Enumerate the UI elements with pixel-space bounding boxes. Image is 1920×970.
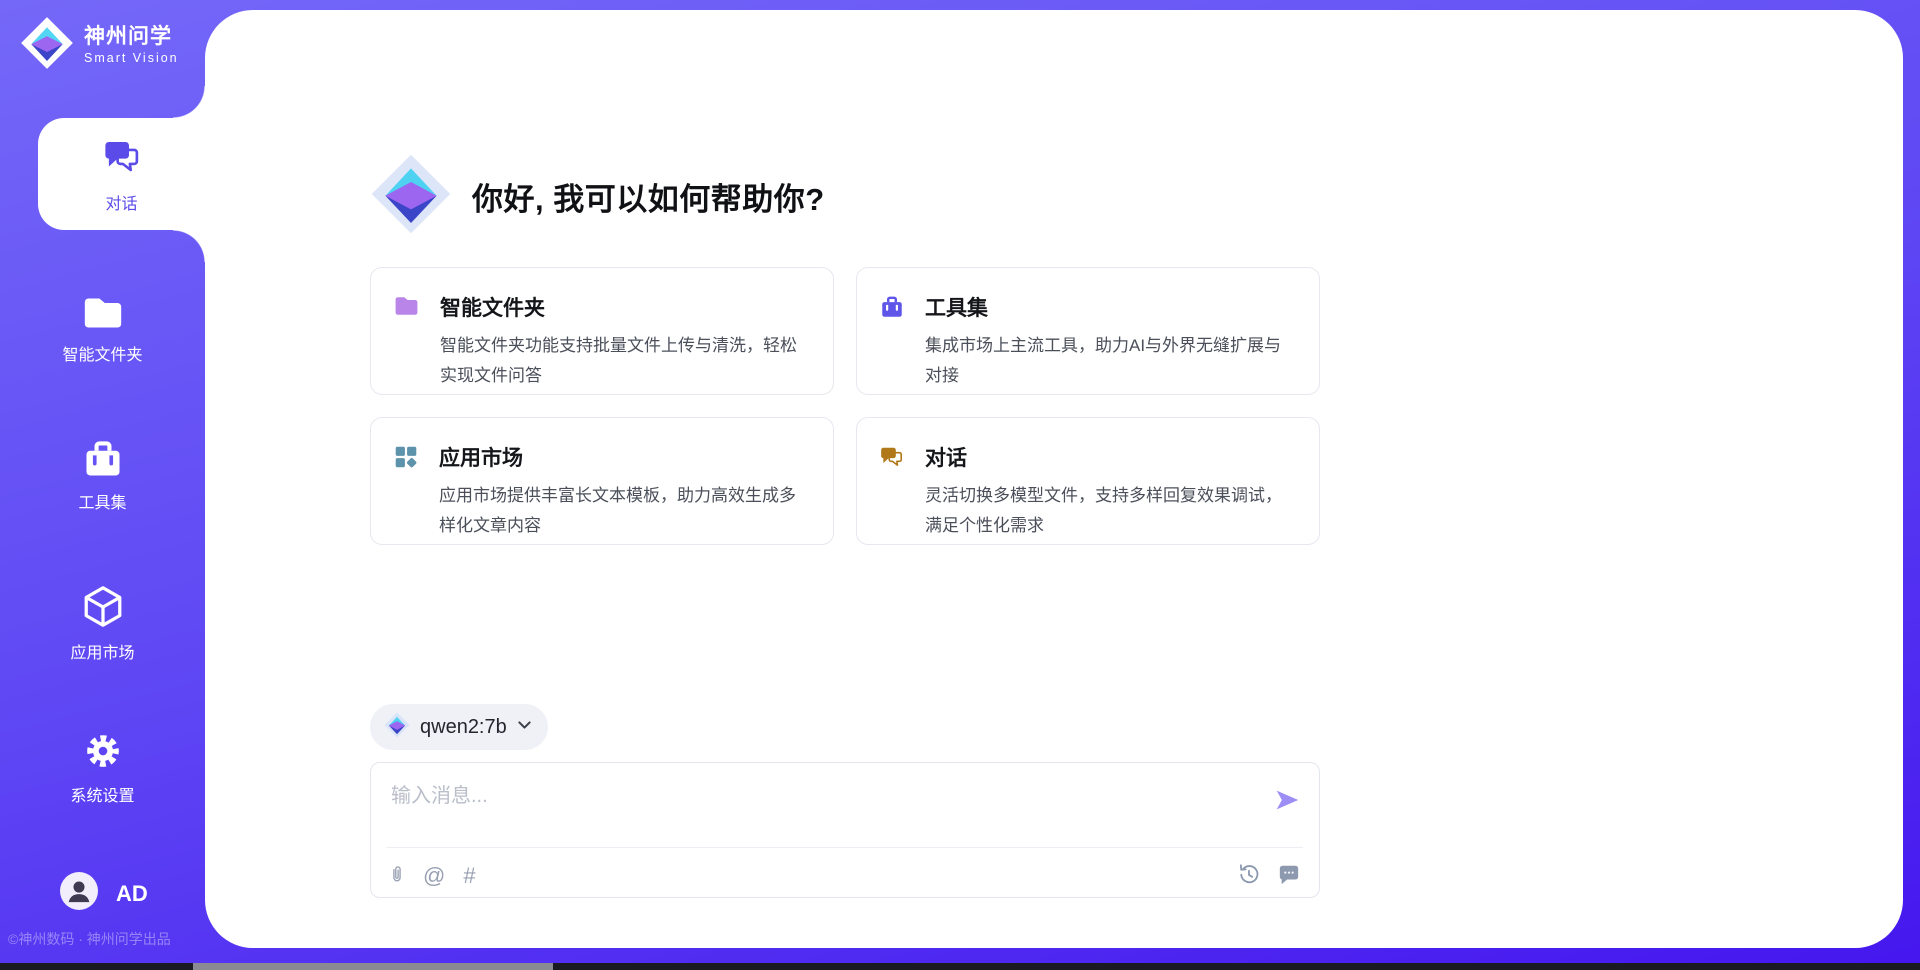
avatar-person-icon <box>60 872 98 915</box>
app-window: 神州问学 Smart Vision 对话 <box>0 0 1920 970</box>
sidebar: 神州问学 Smart Vision 对话 <box>0 0 205 970</box>
sidebar-item-app-market[interactable]: 应用市场 <box>0 583 205 663</box>
composer-toolbar: @ # <box>389 861 1301 890</box>
card-title: 应用市场 <box>439 442 809 472</box>
tab-fillet-bottom <box>173 230 205 262</box>
apps-grid-icon <box>393 442 419 524</box>
cube-icon <box>80 583 126 631</box>
user-profile[interactable]: AD <box>60 872 148 915</box>
card-description: 灵活切换多模型文件，支持多样回复效果调试，满足个性化需求 <box>925 481 1295 541</box>
user-name: AD <box>116 881 148 907</box>
history-icon <box>1237 862 1261 889</box>
sidebar-item-settings[interactable]: 系统设置 <box>0 728 205 806</box>
chat-bubbles-icon <box>879 442 905 524</box>
sidebar-item-label: 应用市场 <box>70 639 134 663</box>
model-name: qwen2:7b <box>420 716 507 739</box>
card-description: 智能文件夹功能支持批量文件上传与清洗，轻松实现文件问答 <box>440 331 809 391</box>
main-content: 你好, 我可以如何帮助你? 智能文件夹 智能文件夹功能支持批量文件上传与清洗，轻… <box>370 0 1320 970</box>
diamond-logo-icon <box>384 711 410 744</box>
card-app-market[interactable]: 应用市场 应用市场提供丰富长文本模板，助力高效生成多样化文章内容 <box>370 417 834 545</box>
sidebar-item-toolset[interactable]: 工具集 <box>0 437 205 513</box>
history-button[interactable] <box>1237 862 1261 889</box>
attach-file-button[interactable] <box>389 861 405 890</box>
folder-icon <box>393 292 420 374</box>
gear-icon <box>80 728 126 774</box>
card-chat[interactable]: 对话 灵活切换多模型文件，支持多样回复效果调试，满足个性化需求 <box>856 417 1320 545</box>
mention-button[interactable]: @ <box>423 865 445 887</box>
brand-logo: 神州问学 Smart Vision <box>20 16 179 75</box>
sidebar-item-label: 系统设置 <box>70 782 134 806</box>
send-button[interactable] <box>1271 785 1303 817</box>
greeting-block: 你好, 我可以如何帮助你? <box>370 150 825 243</box>
message-composer: @ # <box>370 762 1320 898</box>
card-toolset[interactable]: 工具集 集成市场上主流工具，助力AI与外界无缝扩展与对接 <box>856 267 1320 395</box>
greeting-title: 你好, 我可以如何帮助你? <box>472 174 825 219</box>
briefcase-icon <box>81 437 125 481</box>
card-title: 工具集 <box>925 292 1295 322</box>
sidebar-item-label: 工具集 <box>78 489 126 513</box>
diamond-logo-icon <box>20 16 74 75</box>
model-selector[interactable]: qwen2:7b <box>370 704 548 750</box>
sidebar-item-label: 对话 <box>105 190 137 214</box>
briefcase-icon <box>879 292 905 374</box>
horizontal-scrollbar[interactable] <box>0 963 1920 970</box>
message-input[interactable] <box>391 779 1251 813</box>
composer-divider <box>387 847 1303 848</box>
paperclip-icon <box>389 861 405 890</box>
app-tagline: Smart Vision <box>84 51 179 65</box>
sidebar-item-label: 智能文件夹 <box>62 341 142 365</box>
scrollbar-thumb[interactable] <box>193 963 553 970</box>
topic-button[interactable]: # <box>463 865 475 887</box>
card-smart-folder[interactable]: 智能文件夹 智能文件夹功能支持批量文件上传与清洗，轻松实现文件问答 <box>370 267 834 395</box>
folder-icon <box>81 293 125 333</box>
diamond-logo-icon <box>370 150 452 243</box>
feedback-button[interactable] <box>1277 863 1301 888</box>
sidebar-item-smart-folder[interactable]: 智能文件夹 <box>0 293 205 365</box>
sidebar-item-chat[interactable]: 对话 <box>38 118 205 230</box>
tab-fillet-top <box>173 86 205 118</box>
comment-icon <box>1277 863 1301 888</box>
card-description: 集成市场上主流工具，助力AI与外界无缝扩展与对接 <box>925 331 1295 391</box>
hash-icon: # <box>463 865 475 887</box>
card-title: 智能文件夹 <box>440 292 809 322</box>
card-description: 应用市场提供丰富长文本模板，助力高效生成多样化文章内容 <box>439 481 809 541</box>
copyright-text: ©神州数码 · 神州问学出品 <box>8 929 208 949</box>
at-icon: @ <box>423 865 445 887</box>
chevron-down-icon <box>517 718 532 736</box>
chat-bubbles-icon <box>101 135 143 182</box>
app-name: 神州问学 <box>84 25 179 49</box>
feature-cards: 智能文件夹 智能文件夹功能支持批量文件上传与清洗，轻松实现文件问答 工具集 集成… <box>370 267 1320 545</box>
card-title: 对话 <box>925 442 1295 472</box>
send-icon <box>1272 803 1302 818</box>
